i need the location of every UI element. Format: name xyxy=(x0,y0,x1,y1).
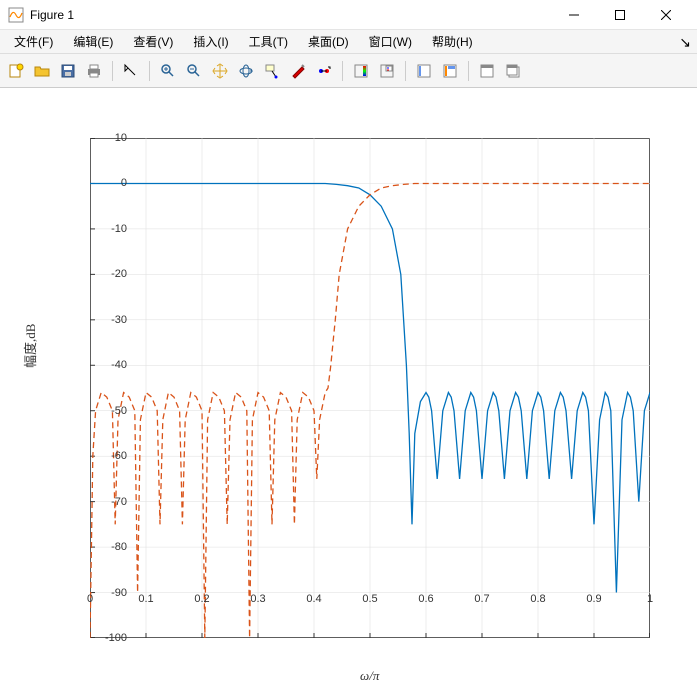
menu-help[interactable]: 帮助(H) xyxy=(422,30,483,53)
menu-overflow-icon[interactable]: ↘ xyxy=(679,34,691,51)
y-tick-label: -10 xyxy=(87,223,127,235)
titlebar: Figure 1 xyxy=(0,0,697,30)
y-tick-label: -50 xyxy=(87,405,127,417)
y-tick-label: -90 xyxy=(87,587,127,599)
zoom-in-icon[interactable] xyxy=(156,59,180,83)
app-icon xyxy=(8,7,24,23)
x-tick-label: 1 xyxy=(647,593,653,605)
toolbar-separator xyxy=(112,61,113,81)
link-data-icon[interactable] xyxy=(312,59,336,83)
y-tick-label: -40 xyxy=(87,359,127,371)
legend-icon[interactable] xyxy=(375,59,399,83)
menu-tools[interactable]: 工具(T) xyxy=(239,30,298,53)
new-figure-icon[interactable] xyxy=(4,59,28,83)
minimize-button[interactable] xyxy=(551,0,597,30)
x-tick-label: 0.5 xyxy=(362,593,377,605)
toolbar-separator xyxy=(342,61,343,81)
menu-insert[interactable]: 插入(I) xyxy=(183,30,238,53)
undock-icon[interactable] xyxy=(501,59,525,83)
open-icon[interactable] xyxy=(30,59,54,83)
y-tick-label: -80 xyxy=(87,541,127,553)
window-title: Figure 1 xyxy=(30,8,551,22)
plot-canvas xyxy=(90,138,650,638)
menubar: 文件(F) 编辑(E) 查看(V) 插入(I) 工具(T) 桌面(D) 窗口(W… xyxy=(0,30,697,54)
y-axis-label: 幅度,dB xyxy=(20,324,39,368)
zoom-out-icon[interactable] xyxy=(182,59,206,83)
y-tick-label: -20 xyxy=(87,268,127,280)
y-tick-label: -100 xyxy=(87,632,127,644)
rotate-3d-icon[interactable] xyxy=(234,59,258,83)
colorbar-icon[interactable] xyxy=(349,59,373,83)
data-cursor-icon[interactable] xyxy=(260,59,284,83)
toolbar-separator xyxy=(468,61,469,81)
x-tick-label: 0.7 xyxy=(474,593,489,605)
y-tick-label: 0 xyxy=(87,177,127,189)
x-tick-label: 0.4 xyxy=(306,593,321,605)
close-button[interactable] xyxy=(643,0,689,30)
toolbar-separator xyxy=(405,61,406,81)
x-tick-label: 0.1 xyxy=(138,593,153,605)
menu-file[interactable]: 文件(F) xyxy=(4,30,63,53)
x-tick-label: 0.3 xyxy=(250,593,265,605)
menu-desktop[interactable]: 桌面(D) xyxy=(298,30,359,53)
x-axis-label: ω/π xyxy=(360,668,379,684)
plot-tools-icon[interactable] xyxy=(438,59,462,83)
y-tick-label: 10 xyxy=(87,132,127,144)
edit-plot-icon[interactable] xyxy=(119,59,143,83)
pan-icon[interactable] xyxy=(208,59,232,83)
x-tick-label: 0.8 xyxy=(530,593,545,605)
maximize-button[interactable] xyxy=(597,0,643,30)
save-icon[interactable] xyxy=(56,59,80,83)
brush-icon[interactable] xyxy=(286,59,310,83)
menu-window[interactable]: 窗口(W) xyxy=(359,30,422,53)
toolbar-separator xyxy=(149,61,150,81)
x-tick-label: 0.6 xyxy=(418,593,433,605)
x-tick-label: 0.2 xyxy=(194,593,209,605)
dock-icon[interactable] xyxy=(475,59,499,83)
axes[interactable] xyxy=(90,138,650,638)
hide-tools-icon[interactable] xyxy=(412,59,436,83)
y-tick-label: -30 xyxy=(87,314,127,326)
x-tick-label: 0.9 xyxy=(586,593,601,605)
y-tick-label: -70 xyxy=(87,496,127,508)
menu-edit[interactable]: 编辑(E) xyxy=(63,30,123,53)
toolbar xyxy=(0,54,697,88)
print-icon[interactable] xyxy=(82,59,106,83)
figure-area: 幅度,dB ω/π 00.10.20.30.40.50.60.70.80.91-… xyxy=(0,88,697,628)
menu-view[interactable]: 查看(V) xyxy=(123,30,183,53)
y-tick-label: -60 xyxy=(87,450,127,462)
